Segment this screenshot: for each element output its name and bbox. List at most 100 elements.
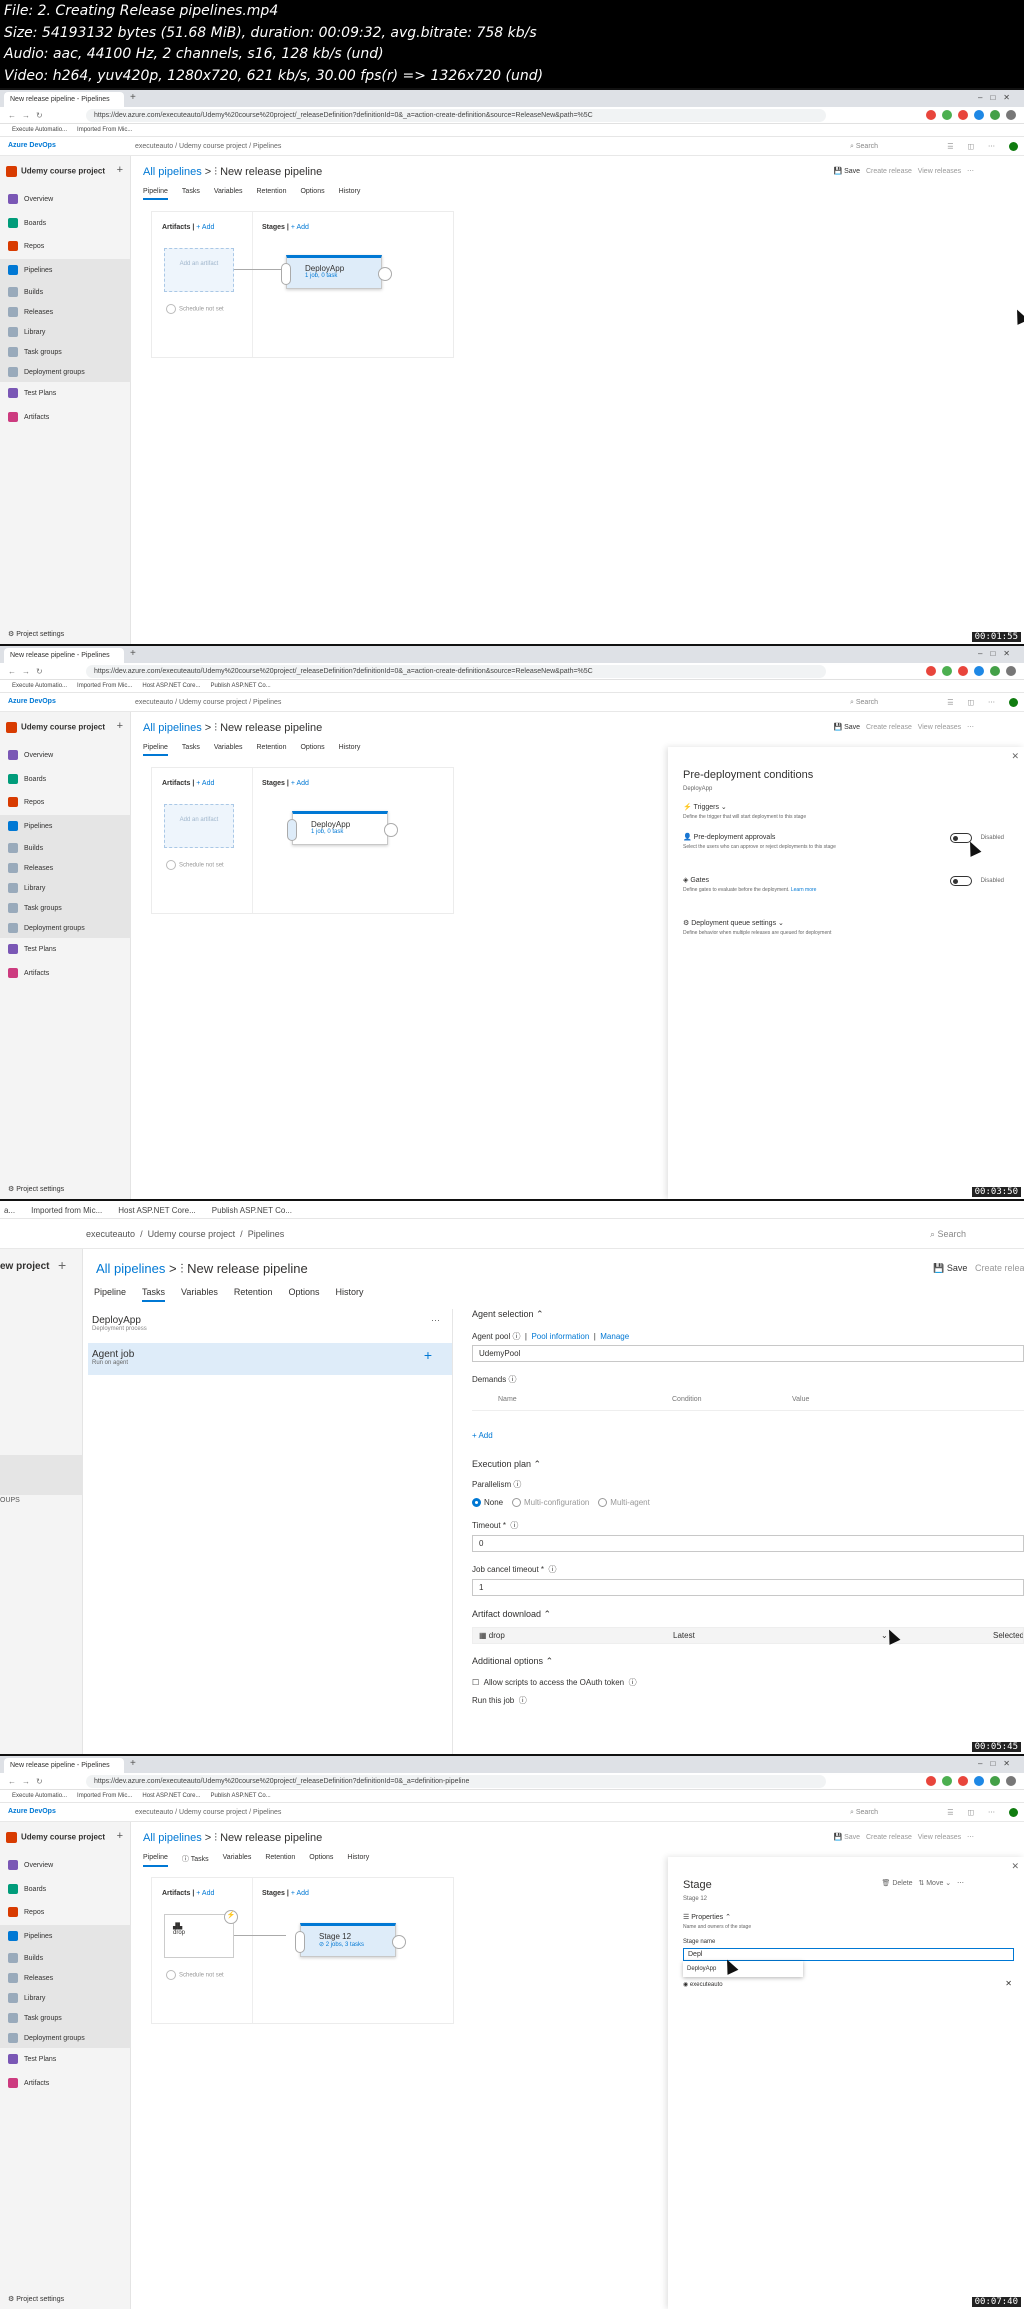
tab-tasks[interactable]: ⓘ Tasks [182,1854,209,1867]
view-releases-button[interactable]: View releases [918,168,961,175]
agent-pool-select[interactable]: UdemyPool [472,1345,1024,1362]
sidebar-item-pipelines[interactable]: Pipelines [0,258,131,282]
schedule-trigger[interactable]: Schedule not set [166,304,224,314]
timeout-input[interactable]: 0 [472,1535,1024,1552]
crumb-org[interactable]: executeauto [86,1229,135,1239]
save-button[interactable]: 💾 Save [933,1263,967,1273]
window-controls[interactable]: –□✕ [978,1759,1018,1768]
sidebar-item-deployment-groups[interactable]: Deployment groups [0,362,131,382]
top-icons[interactable]: ☰ ◫ ⋯ [947,698,1018,707]
extension-icons[interactable] [926,666,1016,676]
learn-more-link[interactable]: Learn more [791,887,817,893]
create-release-button[interactable]: Create release [866,724,912,731]
close-icon[interactable]: ✕ [1011,751,1019,762]
sidebar-item-test-plans[interactable]: Test Plans [0,938,131,962]
sidebar-item-repos[interactable]: Repos [0,1901,131,1925]
add-stage-link[interactable]: + Add [291,224,309,231]
sidebar-item-boards[interactable]: Boards [0,768,131,792]
project-settings[interactable]: ⚙ Project settings [8,2295,64,2303]
window-controls[interactable]: –□✕ [978,649,1018,658]
add-project-icon[interactable]: + [117,164,123,176]
add-project-icon[interactable]: + [117,1830,123,1842]
tab-variables[interactable]: Variables [223,1854,252,1867]
tab-pipeline[interactable]: Pipeline [94,1287,126,1302]
bookmark[interactable]: Execute Automatio... [12,127,67,133]
sidebar-item-library[interactable]: Library [0,1988,131,2008]
crumb-project[interactable]: Udemy course project [179,1809,247,1816]
sidebar-item-repos[interactable]: Repos [0,235,131,259]
tab-retention[interactable]: Retention [257,744,287,756]
tab-variables[interactable]: Variables [214,188,243,200]
stage-card[interactable]: Stage 12 ⊘ 2 jobs, 3 tasks [295,1923,406,1957]
trigger-icon[interactable]: ⚡ [224,1910,238,1924]
properties-section[interactable]: ☰ Properties ⌃ Name and owners of the sta… [683,1913,751,1930]
stage-summary[interactable]: 1 job, 0 task [305,273,381,279]
post-deployment-icon[interactable] [384,823,398,837]
artifact-row[interactable]: ▦ dropLatest⌄Selected a [472,1627,1024,1644]
avatar[interactable] [1009,698,1018,707]
sidebar-item-releases[interactable]: Releases [0,1968,131,1988]
sidebar-item-builds[interactable]: Builds [0,282,131,302]
tab-pipeline[interactable]: Pipeline [143,188,168,200]
post-deployment-icon[interactable] [392,1935,406,1949]
pipeline-title[interactable]: New release pipeline [187,1261,308,1276]
bookmark[interactable]: Imported From Mic... [77,1793,132,1799]
deployment-groups-label[interactable]: OUPS [0,1497,20,1504]
sidebar-item-test-plans[interactable]: Test Plans [0,2048,131,2072]
azure-devops-logo[interactable]: Azure DevOps [8,142,56,149]
search-box[interactable]: ⌕ Search [850,1809,878,1817]
sidebar-item-deployment-groups[interactable]: Deployment groups [0,918,131,938]
azure-devops-logo[interactable]: Azure DevOps [8,1808,56,1815]
crumb-pipelines[interactable]: Pipelines [253,699,281,706]
tab-retention[interactable]: Retention [257,188,287,200]
add-artifact-link[interactable]: + Add [196,780,214,787]
sidebar-item-releases[interactable]: Releases [0,858,131,878]
sidebar-item-releases[interactable]: Releases [0,302,131,322]
search-box[interactable]: ⌕ Search [850,699,878,707]
delete-button[interactable]: 🗑 Delete [881,1880,912,1887]
manage-link[interactable]: Manage [600,1332,629,1341]
add-task-icon[interactable]: + [424,1347,432,1363]
bookmark[interactable]: Host ASP.NET Core... [118,1206,196,1218]
search-box[interactable]: ⌕ Search [930,1229,966,1240]
agent-job-row[interactable]: Agent job Run on agent + [88,1343,452,1375]
extension-icons[interactable] [926,1776,1016,1786]
create-release-button[interactable]: Create release [866,168,912,175]
crumb-pipelines[interactable]: Pipelines [253,143,281,150]
project-name[interactable]: Udemy course project [6,1832,105,1843]
nav-buttons[interactable]: ←→↻ [8,1777,49,1786]
sidebar-item-artifacts[interactable]: Artifacts [0,406,131,430]
project-name[interactable]: Udemy course project [6,166,105,177]
more-icon[interactable]: ⋯ [431,1315,440,1326]
crumb-pipelines[interactable]: Pipelines [248,1229,285,1239]
url-field[interactable]: https://dev.azure.com/executeauto/Udemy%… [86,1775,826,1788]
view-releases-button[interactable]: View releases [918,1834,961,1841]
browser-tab[interactable]: New release pipeline - Pipelines [4,1758,124,1773]
add-stage-link[interactable]: + Add [291,780,309,787]
new-tab-icon[interactable]: + [130,1758,136,1769]
add-project-icon[interactable]: + [117,720,123,732]
view-releases-button[interactable]: View releases [918,724,961,731]
tab-history[interactable]: History [339,744,361,756]
pipeline-title[interactable]: New release pipeline [220,166,322,178]
pool-info-link[interactable]: Pool information [531,1332,589,1341]
azure-devops-logo[interactable]: Azure DevOps [8,698,56,705]
bookmark[interactable]: Host ASP.NET Core... [142,683,200,689]
crumb-org[interactable]: executeauto [135,1809,173,1816]
new-tab-icon[interactable]: + [130,648,136,659]
execution-plan-heading[interactable]: Execution plan ⌃ [472,1459,541,1470]
all-pipelines-link[interactable]: All pipelines [96,1261,165,1276]
top-icons[interactable]: ☰ ◫ ⋯ [947,1808,1018,1817]
schedule-trigger[interactable]: Schedule not set [166,860,224,870]
pipeline-title[interactable]: New release pipeline [220,1832,322,1844]
sidebar-item-pipelines[interactable]: Pipelines [0,814,131,838]
add-artifact-link[interactable]: + Add [196,1890,214,1897]
tab-retention[interactable]: Retention [265,1854,295,1867]
gates-toggle[interactable] [950,876,972,886]
sidebar-item-repos[interactable]: Repos [0,791,131,815]
new-tab-icon[interactable]: + [130,92,136,103]
tab-options[interactable]: Options [309,1854,333,1867]
tab-options[interactable]: Options [300,744,324,756]
sidebar-item-deployment-groups[interactable]: Deployment groups [0,2028,131,2048]
remove-owner-icon[interactable]: ✕ [1005,1979,1012,1988]
